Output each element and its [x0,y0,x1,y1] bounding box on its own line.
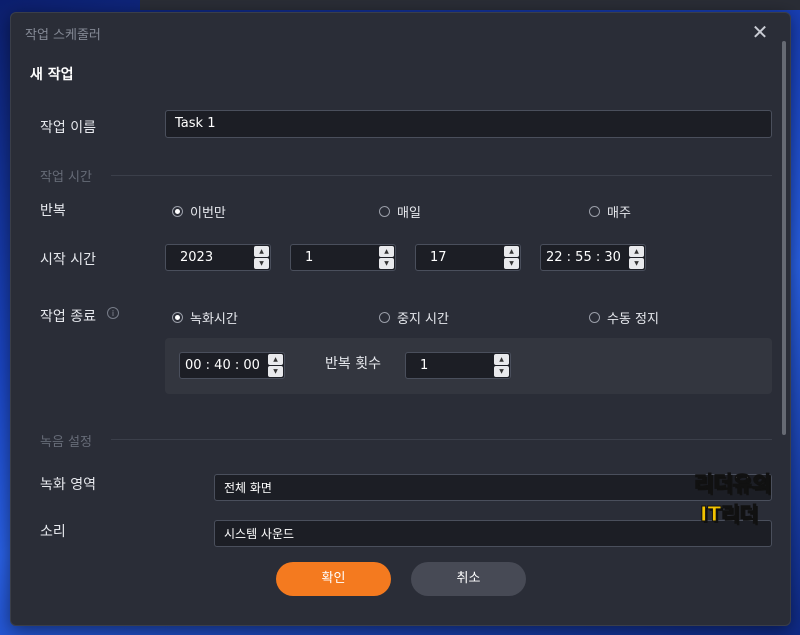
end-option-label: 녹화시간 [190,312,238,327]
decrement-icon[interactable]: ▼ [254,258,269,269]
repeat-count-value: 1 [420,358,429,373]
radio-icon [379,206,390,217]
day-stepper[interactable]: 17 ▲ ▼ [415,244,521,271]
end-option-label: 수동 정지 [607,312,659,327]
year-stepper[interactable]: 2023 ▲ ▼ [165,244,271,271]
record-area-select[interactable]: 전체 화면 [214,474,772,501]
end-stop-time-radio[interactable]: 중지 시간 [379,308,449,327]
task-name-input[interactable]: Task 1 [165,110,772,138]
decrement-icon[interactable]: ▼ [629,258,644,269]
repeat-count-label: 반복 횟수 [325,356,381,372]
repeat-count-stepper[interactable]: 1 ▲ ▼ [405,352,511,379]
repeat-once-radio[interactable]: 이번만 [172,202,226,221]
repeat-daily-radio[interactable]: 매일 [379,202,421,221]
start-time-label: 시작 시간 [40,252,96,268]
recording-duration-panel: 00 : 40 : 00 ▲ ▼ 반복 횟수 1 ▲ ▼ [165,338,772,394]
radio-selected-icon [172,312,183,323]
month-value: 1 [305,250,314,265]
page-title: 새 작업 [30,67,74,83]
watermark-line2: IT리더 [700,502,759,527]
confirm-button[interactable]: 확인 [276,562,391,596]
increment-icon[interactable]: ▲ [504,246,519,257]
watermark-logo: 리더유의 IT리더 [690,468,782,528]
section-divider [111,175,772,176]
decrement-icon[interactable]: ▼ [379,258,394,269]
end-recording-time-radio[interactable]: 녹화시간 [172,308,238,327]
end-option-label: 중지 시간 [397,312,449,327]
time-value: 22 : 55 : 30 [546,250,621,265]
increment-icon[interactable]: ▲ [629,246,644,257]
increment-icon[interactable]: ▲ [494,354,509,365]
section-divider [111,439,772,440]
schedule-section-title: 작업 시간 [40,170,92,185]
duration-stepper[interactable]: 00 : 40 : 00 ▲ ▼ [179,352,285,379]
end-manual-stop-radio[interactable]: 수동 정지 [589,308,659,327]
dialog-title: 작업 스케줄러 [25,28,101,43]
decrement-icon[interactable]: ▼ [504,258,519,269]
close-icon[interactable]: ✕ [749,21,771,43]
radio-icon [589,206,600,217]
repeat-option-label: 매주 [607,206,631,221]
cancel-button[interactable]: 취소 [411,562,526,596]
task-scheduler-dialog: 작업 스케줄러 ✕ 새 작업 작업 이름 Task 1 작업 시간 반복 이번만… [10,12,791,626]
time-stepper[interactable]: 22 : 55 : 30 ▲ ▼ [540,244,646,271]
sound-select[interactable]: 시스템 사운드 [214,520,772,547]
duration-value: 00 : 40 : 00 [185,358,260,373]
repeat-option-label: 이번만 [190,206,226,221]
end-task-label: 작업 종료 [40,309,96,325]
radio-selected-icon [172,206,183,217]
repeat-label: 반복 [40,203,66,219]
record-area-label: 녹화 영역 [40,477,96,493]
day-value: 17 [430,250,447,265]
task-name-label: 작업 이름 [40,120,96,136]
radio-icon [589,312,600,323]
sound-label: 소리 [40,524,66,540]
info-icon[interactable]: i [107,307,119,319]
recording-section-title: 녹음 설정 [40,435,92,450]
watermark-line1: 리더유의 [693,472,772,497]
increment-icon[interactable]: ▲ [379,246,394,257]
decrement-icon[interactable]: ▼ [494,366,509,377]
increment-icon[interactable]: ▲ [268,354,283,365]
repeat-option-label: 매일 [397,206,421,221]
increment-icon[interactable]: ▲ [254,246,269,257]
year-value: 2023 [180,250,214,265]
month-stepper[interactable]: 1 ▲ ▼ [290,244,396,271]
decrement-icon[interactable]: ▼ [268,366,283,377]
radio-icon [379,312,390,323]
scrollbar[interactable] [782,41,786,435]
repeat-weekly-radio[interactable]: 매주 [589,202,631,221]
background-window [140,0,800,10]
